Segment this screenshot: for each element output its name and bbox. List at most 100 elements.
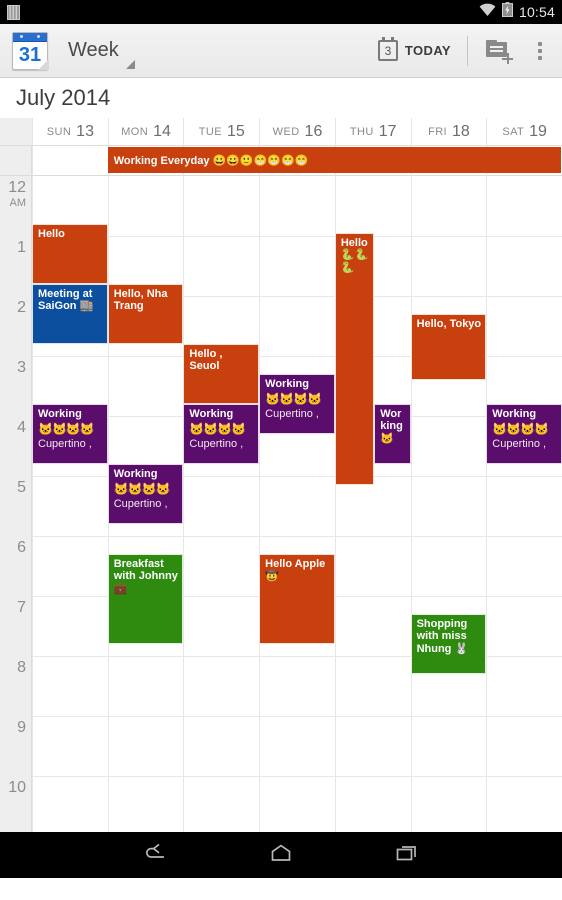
view-selector-label[interactable]: Week xyxy=(68,39,119,62)
back-button[interactable] xyxy=(135,840,175,870)
day-header-sat[interactable]: SAT 19 xyxy=(486,118,562,145)
event-title: Hello , Seuol xyxy=(189,348,223,373)
weekday-header: SUN 13 MON 14 TUE 15 WED 16 THU 17 FRI 1… xyxy=(0,118,562,146)
calendar-event[interactable]: Working 🐱🐱🐱🐱 Cupertino , xyxy=(259,374,335,434)
day-header-num: 14 xyxy=(153,122,171,140)
hour-label: 1 xyxy=(17,240,26,256)
hour-label-number: 9 xyxy=(17,719,26,736)
all-day-gutter xyxy=(0,146,32,175)
day-header-mon[interactable]: MON 14 xyxy=(107,118,184,145)
event-title: Working xyxy=(492,408,537,420)
hour-label: 8 xyxy=(17,660,26,676)
event-location: Cupertino , xyxy=(189,438,244,451)
calendar-event[interactable]: Hello, Nha Trang xyxy=(107,284,184,344)
calendar-event[interactable]: Working 🐱🐱🐱🐱 Cupertino , xyxy=(486,404,562,464)
event-title: Working xyxy=(38,408,82,420)
calendar-event[interactable]: Hello 🐍🐍🐍 xyxy=(334,233,375,485)
add-event-button[interactable] xyxy=(474,39,524,64)
recent-apps-icon xyxy=(394,843,420,868)
event-emoji: 🐱🐱🐱🐱 xyxy=(492,422,549,437)
all-day-columns: Working Everyday 😀😀🙂😁😁😁😁 xyxy=(32,146,562,175)
event-location: Cupertino , xyxy=(113,498,168,511)
today-button[interactable]: 3 TODAY xyxy=(368,37,461,61)
event-title: Hello, Nha Trang xyxy=(113,288,168,313)
dropdown-caret-icon[interactable] xyxy=(125,60,135,69)
hour-gutter: 12AM1234567891011 xyxy=(0,176,32,832)
event-title: Breakfast with Johnny 💼 xyxy=(113,558,178,595)
day-header-num: 19 xyxy=(529,122,547,140)
hour-label-number: 8 xyxy=(17,659,26,676)
action-bar-divider xyxy=(467,35,468,66)
all-day-cell[interactable] xyxy=(32,146,108,175)
hour-label-number: 7 xyxy=(17,599,26,616)
hour-label-number: 6 xyxy=(17,539,26,556)
today-label: TODAY xyxy=(404,43,451,58)
calendar-event[interactable]: Shopping with miss Nhung 🐰 xyxy=(410,614,487,674)
event-title: Wor king 🐱 xyxy=(380,408,403,445)
hour-label-number: 2 xyxy=(17,299,26,316)
event-title: Hello Apple 🤠 xyxy=(265,558,326,583)
event-emoji: 🐱🐱🐱🐱 xyxy=(265,392,322,407)
hour-label-number: 4 xyxy=(17,419,26,436)
day-header-wed[interactable]: WED 16 xyxy=(259,118,335,145)
event-title: Hello 🐍🐍🐍 xyxy=(340,237,369,274)
calendar-event[interactable]: Hello Apple 🤠 xyxy=(259,554,335,644)
status-bar-right: 10:54 xyxy=(479,2,555,22)
day-header-tue[interactable]: TUE 15 xyxy=(183,118,259,145)
calendar-event[interactable]: Hello , Seuol xyxy=(183,344,260,404)
event-location: Cupertino , xyxy=(265,408,319,421)
day-header-num: 17 xyxy=(378,122,397,140)
calendar-event[interactable]: Working 🐱🐱🐱🐱 Cupertino , xyxy=(183,404,260,464)
day-header-sun[interactable]: SUN 13 xyxy=(32,118,108,145)
hour-label-number: 3 xyxy=(17,359,26,376)
status-bar-left xyxy=(7,4,20,20)
day-header-dow: SAT xyxy=(502,125,525,138)
overflow-menu-icon[interactable] xyxy=(524,41,552,60)
day-header-num: 15 xyxy=(227,122,245,140)
recents-button[interactable] xyxy=(387,840,427,870)
event-emoji: 🐱🐱🐱🐱 xyxy=(189,422,246,437)
hour-label: 10 xyxy=(8,780,26,796)
add-event-icon xyxy=(486,39,513,64)
calendar-event[interactable]: Hello xyxy=(32,224,108,284)
event-title: Hello xyxy=(38,228,65,240)
hour-label-number: 1 xyxy=(17,239,26,256)
calendar-today-icon: 3 xyxy=(377,37,398,61)
calendar-event[interactable]: Breakfast with Johnny 💼 xyxy=(107,554,184,644)
hour-label: 6 xyxy=(17,540,26,556)
all-day-row: Working Everyday 😀😀🙂😁😁😁😁 xyxy=(0,146,562,176)
home-button[interactable] xyxy=(261,840,301,870)
day-header-num: 18 xyxy=(452,122,470,140)
calendar-event[interactable]: Working 🐱🐱🐱🐱 Cupertino , xyxy=(107,464,184,524)
event-emoji: 🐱🐱🐱🐱 xyxy=(113,482,171,497)
day-header-num: 13 xyxy=(76,122,94,140)
time-grid: 12AM1234567891011 HelloMeeting at SaiGon… xyxy=(0,176,562,832)
calendar-event[interactable]: Wor king 🐱 xyxy=(374,404,411,464)
sim-card-icon xyxy=(7,4,20,20)
hour-label: 2 xyxy=(17,300,26,316)
event-title: Working xyxy=(265,378,309,390)
hour-label: 3 xyxy=(17,360,26,376)
day-header-thu[interactable]: THU 17 xyxy=(334,118,411,145)
hour-label-number: 5 xyxy=(17,479,26,496)
home-icon xyxy=(268,843,294,868)
day-header-dow: FRI xyxy=(428,125,448,138)
hour-label-ampm: AM xyxy=(9,197,27,209)
event-title: Working xyxy=(189,408,234,420)
event-location: Cupertino , xyxy=(492,438,547,451)
calendar-event[interactable]: Meeting at SaiGon 🏬 xyxy=(32,284,108,344)
calendar-app-icon[interactable]: 31 xyxy=(10,30,52,72)
hour-label: 12 AM xyxy=(8,180,26,209)
today-icon-number: 3 xyxy=(384,44,392,58)
calendar-event[interactable]: Working 🐱🐱🐱🐱 Cupertino , xyxy=(32,404,108,464)
all-day-event[interactable]: Working Everyday 😀😀🙂😁😁😁😁 xyxy=(107,147,561,173)
calendar-event[interactable]: Hello, Tokyo xyxy=(410,314,487,380)
event-title: Shopping with miss Nhung 🐰 xyxy=(416,618,469,655)
status-bar: 10:54 xyxy=(0,0,562,24)
action-bar: 31 Week 3 TODAY xyxy=(0,24,562,78)
day-header-fri[interactable]: FRI 18 xyxy=(410,118,487,145)
event-title: Meeting at SaiGon 🏬 xyxy=(38,288,94,313)
hour-label-number: 10 xyxy=(8,779,26,796)
event-title: Working xyxy=(113,468,158,480)
header-gutter xyxy=(0,118,32,145)
